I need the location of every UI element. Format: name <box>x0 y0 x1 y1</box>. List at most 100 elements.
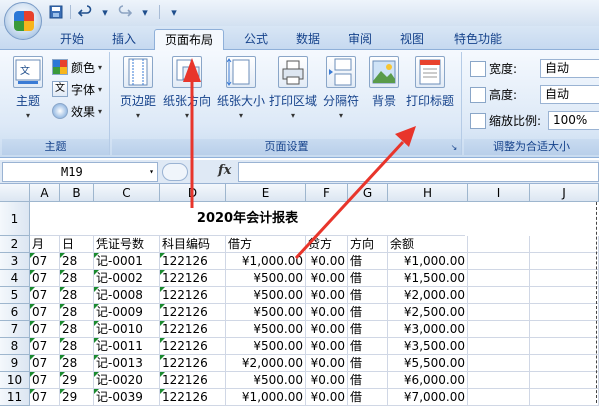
redo-icon[interactable] <box>117 4 133 20</box>
cell[interactable] <box>468 338 530 355</box>
cell[interactable]: 07 <box>30 270 60 287</box>
cell[interactable] <box>530 304 599 321</box>
cell[interactable]: 借 <box>348 389 388 406</box>
width-select[interactable]: 自动 <box>540 59 599 78</box>
cell[interactable]: ¥0.00 <box>306 389 348 406</box>
cell[interactable]: 科目编码 <box>160 236 226 253</box>
cell[interactable]: 07 <box>30 287 60 304</box>
cell[interactable]: 借 <box>348 304 388 321</box>
cell[interactable]: 记-0009 <box>94 304 160 321</box>
column-header-g[interactable]: G <box>348 184 388 202</box>
cell[interactable] <box>468 321 530 338</box>
cell[interactable]: 122126 <box>160 287 226 304</box>
cell[interactable] <box>530 321 599 338</box>
cell[interactable]: ¥1,000.00 <box>226 253 306 270</box>
cell[interactable]: 122126 <box>160 253 226 270</box>
cell[interactable]: 28 <box>60 338 94 355</box>
cell[interactable]: 记-0001 <box>94 253 160 270</box>
cell[interactable] <box>468 389 530 406</box>
cell[interactable]: ¥0.00 <box>306 253 348 270</box>
cell[interactable] <box>468 236 530 253</box>
cell[interactable]: ¥0.00 <box>306 355 348 372</box>
cell[interactable]: 122126 <box>160 389 226 406</box>
cell[interactable] <box>468 287 530 304</box>
select-all-button[interactable] <box>0 184 30 202</box>
cell[interactable] <box>468 270 530 287</box>
cell[interactable]: 28 <box>60 270 94 287</box>
cell[interactable]: 122126 <box>160 355 226 372</box>
cell[interactable] <box>530 338 599 355</box>
cell[interactable]: 28 <box>60 253 94 270</box>
formula-input[interactable] <box>238 162 599 182</box>
cell[interactable] <box>530 270 599 287</box>
column-header-a[interactable]: A <box>30 184 60 202</box>
tab-special-features[interactable]: 特色功能 <box>446 29 510 50</box>
cell[interactable]: 07 <box>30 304 60 321</box>
cell[interactable] <box>468 304 530 321</box>
tab-formulas[interactable]: 公式 <box>236 29 276 50</box>
row-header-11[interactable]: 11 <box>0 389 30 406</box>
column-header-j[interactable]: J <box>530 184 599 202</box>
cell[interactable]: 凭证号数 <box>94 236 160 253</box>
cell[interactable]: ¥2,000.00 <box>388 287 468 304</box>
cell[interactable]: 28 <box>60 355 94 372</box>
cell[interactable]: ¥0.00 <box>306 338 348 355</box>
column-header-d[interactable]: D <box>160 184 226 202</box>
save-icon[interactable] <box>48 4 64 20</box>
cell[interactable]: 28 <box>60 287 94 304</box>
cell[interactable]: ¥0.00 <box>306 321 348 338</box>
cell[interactable]: 07 <box>30 321 60 338</box>
cell[interactable]: ¥5,500.00 <box>388 355 468 372</box>
cell[interactable] <box>530 389 599 406</box>
cell[interactable]: 07 <box>30 389 60 406</box>
column-header-b[interactable]: B <box>60 184 94 202</box>
row-header-10[interactable]: 10 <box>0 372 30 389</box>
column-header-i[interactable]: I <box>468 184 530 202</box>
cell[interactable]: 122126 <box>160 321 226 338</box>
cell[interactable]: 记-0010 <box>94 321 160 338</box>
tab-home[interactable]: 开始 <box>52 29 92 50</box>
cell[interactable]: ¥1,000.00 <box>226 389 306 406</box>
cell[interactable]: 贷方 <box>306 236 348 253</box>
cell[interactable]: ¥1,000.00 <box>388 253 468 270</box>
cell[interactable]: 122126 <box>160 372 226 389</box>
cell[interactable]: 借 <box>348 321 388 338</box>
row-header-6[interactable]: 6 <box>0 304 30 321</box>
row-header-2[interactable]: 2 <box>0 236 30 253</box>
cell[interactable]: ¥500.00 <box>226 372 306 389</box>
cell[interactable]: 07 <box>30 372 60 389</box>
cell[interactable]: 07 <box>30 338 60 355</box>
cell[interactable]: ¥1,500.00 <box>388 270 468 287</box>
cell[interactable]: 记-0008 <box>94 287 160 304</box>
breaks-button[interactable]: 分隔符 ▾ <box>320 56 362 120</box>
cell[interactable]: 借 <box>348 372 388 389</box>
cell[interactable]: 07 <box>30 253 60 270</box>
dialog-launcher-icon[interactable]: ↘ <box>449 143 459 153</box>
cell[interactable]: 借方 <box>226 236 306 253</box>
scale-input[interactable]: 100% <box>548 111 599 130</box>
cell[interactable]: 借 <box>348 253 388 270</box>
redo-dropdown-icon[interactable]: ▾ <box>137 4 153 20</box>
cell[interactable]: 借 <box>348 338 388 355</box>
row-header-4[interactable]: 4 <box>0 270 30 287</box>
cell[interactable]: 记-0039 <box>94 389 160 406</box>
name-box-dropdown-icon[interactable]: ▾ <box>149 163 154 181</box>
cell[interactable]: 29 <box>60 372 94 389</box>
cell[interactable]: 记-0002 <box>94 270 160 287</box>
cell[interactable]: 借 <box>348 287 388 304</box>
cell[interactable] <box>468 355 530 372</box>
cell[interactable]: 122126 <box>160 304 226 321</box>
cell[interactable]: 月 <box>30 236 60 253</box>
cell[interactable]: ¥0.00 <box>306 287 348 304</box>
colors-button[interactable]: 颜色 ▾ <box>52 58 102 76</box>
cell[interactable] <box>530 253 599 270</box>
cell[interactable]: ¥500.00 <box>226 287 306 304</box>
height-select[interactable]: 自动 <box>540 85 599 104</box>
tab-review[interactable]: 审阅 <box>340 29 380 50</box>
cell[interactable]: 07 <box>30 355 60 372</box>
column-header-h[interactable]: H <box>388 184 468 202</box>
print-area-button[interactable]: 打印区域 ▾ <box>268 56 318 120</box>
cell[interactable]: ¥500.00 <box>226 321 306 338</box>
cell[interactable]: 记-0013 <box>94 355 160 372</box>
cell[interactable]: ¥2,000.00 <box>226 355 306 372</box>
